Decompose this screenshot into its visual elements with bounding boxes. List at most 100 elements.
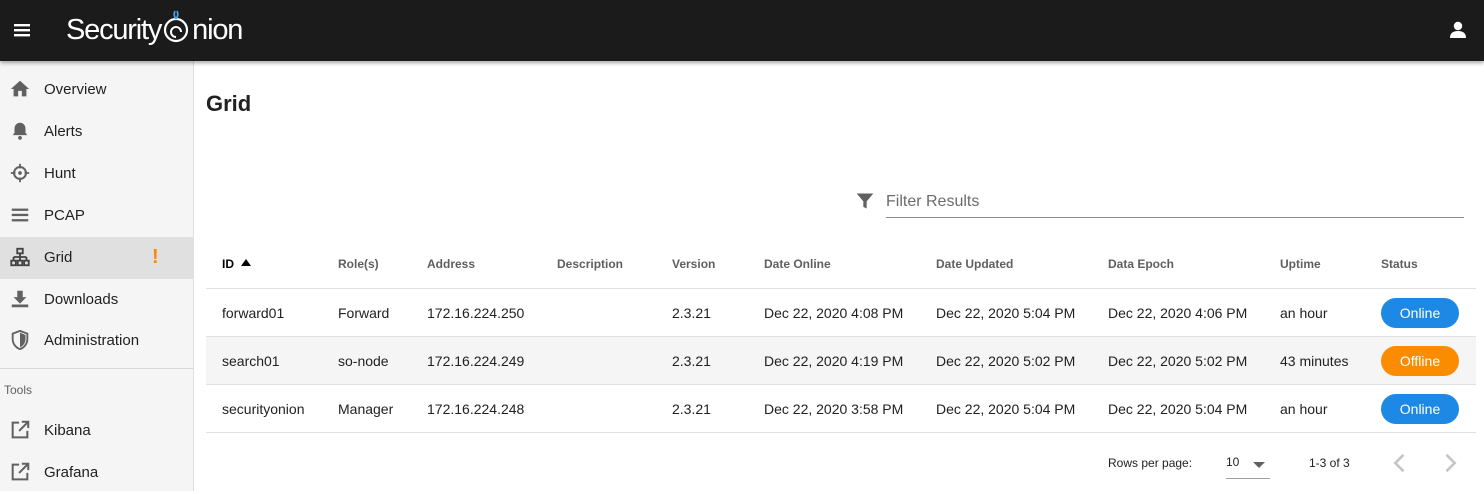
status-badge: Offline <box>1381 345 1459 376</box>
previous-page-button[interactable] <box>1386 449 1414 477</box>
sidebar-item-hunt[interactable]: Hunt <box>0 153 193 195</box>
sidebar-item-label: Kibana <box>44 422 91 439</box>
download-icon <box>9 288 31 310</box>
cell-role: so-node <box>322 336 411 385</box>
filter-icon <box>855 191 875 211</box>
sidebar-item-grid[interactable]: Grid ! <box>0 237 193 279</box>
sidebar-item-administration[interactable]: Administration <box>0 320 193 362</box>
sidebar-item-label: Downloads <box>44 291 119 308</box>
table-row[interactable]: forward01 Forward 172.16.224.250 2.3.21 … <box>206 288 1476 337</box>
cell-id: forward01 <box>206 288 322 337</box>
sidebar-item-label: Alerts <box>44 123 83 140</box>
cell-id: search01 <box>206 336 322 385</box>
logo-text-security: Security <box>66 13 162 46</box>
cell-version: 2.3.21 <box>656 288 748 337</box>
sidebar-item-overview[interactable]: Overview <box>0 69 193 111</box>
cell-uptime: 43 minutes <box>1264 336 1365 385</box>
column-header-id[interactable]: ID <box>206 240 322 289</box>
logo-text-nion: nion <box>192 13 243 46</box>
external-link-icon <box>9 419 31 441</box>
sidebar-item-label: Grid <box>44 249 73 266</box>
status-badge: Online <box>1381 393 1459 424</box>
cell-uptime: an hour <box>1264 384 1365 433</box>
cell-id: securityonion <box>206 384 322 433</box>
column-header-uptime[interactable]: Uptime <box>1264 240 1365 289</box>
sidebar-item-label: Administration <box>44 332 140 349</box>
table-header-row: ID Role(s) Address Description Version D… <box>206 240 1476 289</box>
column-header-description[interactable]: Description <box>541 240 656 289</box>
table-row[interactable]: search01 so-node 172.16.224.249 2.3.21 D… <box>206 336 1476 385</box>
main-content: Grid ID Role(s) Address Description Vers… <box>194 61 1484 491</box>
sidebar-item-kibana[interactable]: Kibana <box>0 410 193 452</box>
sidebar-item-alerts[interactable]: Alerts <box>0 111 193 153</box>
column-header-date-online[interactable]: Date Online <box>748 240 920 289</box>
user-icon[interactable] <box>1446 18 1470 42</box>
list-lines-icon <box>9 204 31 226</box>
rows-per-page-select[interactable]: 10 <box>1226 448 1270 479</box>
column-header-status[interactable]: Status <box>1365 240 1476 289</box>
bell-icon <box>9 120 31 142</box>
cell-status: Online <box>1365 288 1476 337</box>
cell-uptime: an hour <box>1264 288 1365 337</box>
column-header-data-epoch[interactable]: Data Epoch <box>1092 240 1264 289</box>
cell-description <box>541 288 656 337</box>
cell-address: 172.16.224.248 <box>411 384 541 433</box>
cell-address: 172.16.224.249 <box>411 336 541 385</box>
column-header-label: ID <box>222 256 234 271</box>
table-row[interactable]: securityonion Manager 172.16.224.248 2.3… <box>206 384 1476 433</box>
chevron-right-icon <box>1436 453 1464 481</box>
filter-results-input[interactable] <box>886 187 1464 218</box>
cell-date-updated: Dec 22, 2020 5:02 PM <box>920 336 1092 385</box>
cell-date-online: Dec 22, 2020 4:08 PM <box>748 288 920 337</box>
sidebar-item-label: Grafana <box>44 464 99 481</box>
cell-version: 2.3.21 <box>656 384 748 433</box>
sidebar-item-downloads[interactable]: Downloads <box>0 279 193 321</box>
menu-icon[interactable] <box>10 18 34 42</box>
cell-data-epoch: Dec 22, 2020 4:06 PM <box>1092 288 1264 337</box>
pagination-range: 1-3 of 3 <box>1309 456 1350 470</box>
column-header-roles[interactable]: Role(s) <box>322 240 411 289</box>
cell-address: 172.16.224.250 <box>411 288 541 337</box>
sidebar-item-label: Overview <box>44 81 107 98</box>
caret-down-icon <box>1252 457 1266 475</box>
grid-alert-indicator: ! <box>152 246 159 268</box>
cell-data-epoch: Dec 22, 2020 5:04 PM <box>1092 384 1264 433</box>
cell-description <box>541 336 656 385</box>
sidebar-item-grafana[interactable]: Grafana <box>0 452 193 494</box>
security-onion-logo[interactable]: Security nion <box>66 7 243 50</box>
next-page-button[interactable] <box>1436 449 1464 477</box>
cell-version: 2.3.21 <box>656 336 748 385</box>
page-title: Grid <box>206 91 252 116</box>
sidebar-divider <box>0 368 193 369</box>
sitemap-icon <box>9 246 31 268</box>
status-badge: Online <box>1381 297 1459 328</box>
app-bar: Security nion <box>0 0 1484 61</box>
home-icon <box>9 78 31 100</box>
rows-per-page-value: 10 <box>1226 455 1240 469</box>
cell-status: Online <box>1365 384 1476 433</box>
grid-table: ID Role(s) Address Description Version D… <box>206 240 1476 433</box>
onion-logo-icon <box>161 7 191 47</box>
sidebar-item-label: PCAP <box>44 207 85 224</box>
crosshairs-icon <box>9 162 31 184</box>
cell-date-updated: Dec 22, 2020 5:04 PM <box>920 288 1092 337</box>
external-link-icon <box>9 461 31 483</box>
cell-date-online: Dec 22, 2020 4:19 PM <box>748 336 920 385</box>
cell-date-online: Dec 22, 2020 3:58 PM <box>748 384 920 433</box>
rows-per-page-label: Rows per page: <box>1108 456 1193 470</box>
sidebar-subheader-tools: Tools <box>4 383 33 397</box>
sidebar-item-label: Hunt <box>44 165 76 182</box>
column-header-version[interactable]: Version <box>656 240 748 289</box>
cell-date-updated: Dec 22, 2020 5:04 PM <box>920 384 1092 433</box>
cell-role: Manager <box>322 384 411 433</box>
cell-data-epoch: Dec 22, 2020 5:02 PM <box>1092 336 1264 385</box>
sidebar: Overview Alerts Hunt PCAP Grid ! Downloa… <box>0 61 194 491</box>
column-header-date-updated[interactable]: Date Updated <box>920 240 1092 289</box>
column-header-address[interactable]: Address <box>411 240 541 289</box>
sort-ascending-icon <box>240 257 252 271</box>
cell-description <box>541 384 656 433</box>
chevron-left-icon <box>1386 453 1414 481</box>
cell-role: Forward <box>322 288 411 337</box>
sidebar-item-pcap[interactable]: PCAP <box>0 195 193 237</box>
cell-status: Offline <box>1365 336 1476 385</box>
